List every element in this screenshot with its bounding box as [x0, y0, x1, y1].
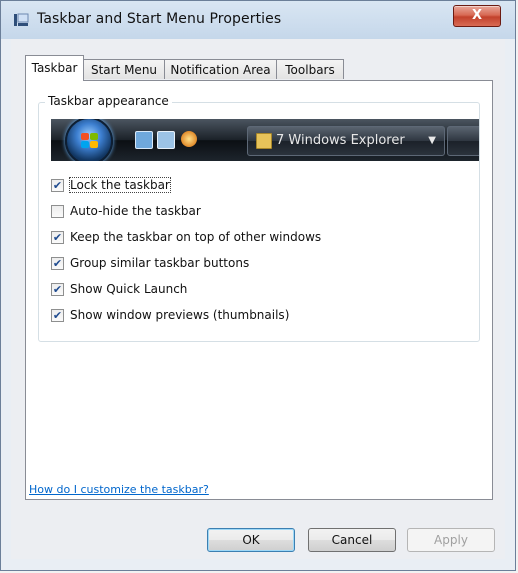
tab-taskbar[interactable]: Taskbar: [25, 55, 84, 81]
ok-button[interactable]: OK: [207, 528, 295, 552]
option-label: Auto-hide the taskbar: [70, 204, 201, 218]
chevron-down-icon: ▼: [428, 135, 436, 146]
option-label: Group similar taskbar buttons: [70, 256, 250, 270]
taskbar-properties-icon: [14, 13, 29, 26]
apply-button[interactable]: Apply: [407, 528, 495, 552]
dialog-client: Taskbar Start Menu Notification Area Too…: [11, 39, 505, 559]
tab-start-menu[interactable]: Start Menu: [83, 59, 165, 79]
tab-notification-area[interactable]: Notification Area: [164, 59, 277, 79]
taskbar-appearance-group: Taskbar appearance 7 Windows Explorer ▼ …: [38, 94, 480, 342]
quick-launch-checkbox[interactable]: ✔: [51, 283, 64, 296]
taskbar-button-label: 7 Windows Explorer: [276, 133, 405, 148]
option-label: Show Quick Launch: [70, 282, 188, 296]
group-label: Taskbar appearance: [45, 94, 172, 108]
window-previews-checkbox[interactable]: ✔: [51, 309, 64, 322]
folder-icon: [256, 133, 272, 149]
windows-flag-icon: [81, 133, 99, 149]
window-title: Taskbar and Start Menu Properties: [37, 11, 282, 27]
lock-taskbar-checkbox[interactable]: ✔: [51, 179, 64, 192]
tab-toolbars[interactable]: Toolbars: [276, 59, 344, 79]
auto-hide-checkbox[interactable]: [51, 205, 64, 218]
keep-on-top-checkbox[interactable]: ✔: [51, 231, 64, 244]
close-button[interactable]: X: [453, 5, 501, 27]
help-link[interactable]: How do I customize the taskbar?: [29, 483, 209, 496]
taskbar-button-partial: [447, 126, 479, 156]
option-label: Keep the taskbar on top of other windows: [70, 230, 322, 244]
cancel-button[interactable]: Cancel: [308, 528, 396, 552]
quick-launch-app-icon: [181, 131, 197, 147]
option-label: Lock the taskbar: [69, 177, 171, 193]
start-orb-icon: [65, 119, 113, 161]
taskbar-preview: 7 Windows Explorer ▼: [51, 119, 479, 161]
taskbar-tab-panel: Taskbar appearance 7 Windows Explorer ▼ …: [25, 80, 493, 500]
taskbar-button-windows-explorer: 7 Windows Explorer ▼: [247, 126, 445, 156]
show-desktop-icon: [135, 131, 153, 149]
group-buttons-checkbox[interactable]: ✔: [51, 257, 64, 270]
option-label: Show window previews (thumbnails): [70, 308, 290, 322]
properties-window: Taskbar and Start Menu Properties X Task…: [0, 0, 516, 571]
title-bar[interactable]: Taskbar and Start Menu Properties X: [1, 1, 515, 39]
window-switch-icon: [157, 131, 175, 149]
